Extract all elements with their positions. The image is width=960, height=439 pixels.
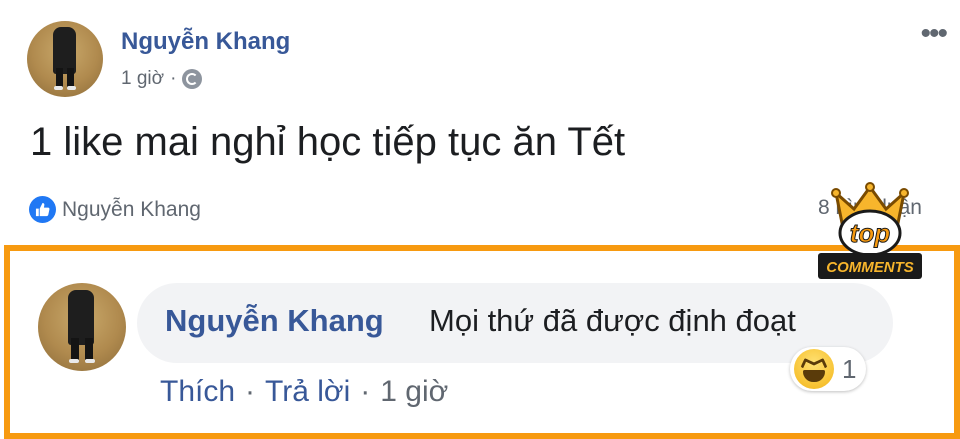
- badge-comments-text: COMMENTS: [826, 259, 914, 276]
- post-meta: 1 giờ ·: [121, 68, 203, 90]
- comment-reactions[interactable]: 1: [790, 347, 867, 391]
- comment-time[interactable]: 1 giờ: [380, 375, 448, 409]
- top-comments-badge: top COMMENTS: [818, 182, 922, 279]
- globe-icon[interactable]: [182, 69, 203, 89]
- post-time[interactable]: 1 giờ: [121, 68, 164, 90]
- haha-icon: [794, 349, 834, 389]
- reply-button[interactable]: Trả lời: [265, 375, 350, 409]
- commenter-avatar[interactable]: [38, 283, 126, 371]
- like-icon: [29, 196, 56, 223]
- meta-separator: ·: [170, 68, 177, 89]
- post-author-name[interactable]: Nguyễn Khang: [121, 28, 290, 56]
- badge-top-text: top: [850, 218, 891, 248]
- likers-name[interactable]: Nguyễn Khang: [62, 198, 201, 222]
- comment-bubble: Nguyễn Khang Mọi thứ đã được định đoạt: [137, 283, 893, 363]
- action-separator: ·: [245, 375, 256, 408]
- more-options-icon[interactable]: •••: [920, 19, 947, 49]
- comment-author-name[interactable]: Nguyễn Khang: [165, 303, 384, 339]
- post-text: 1 like mai nghỉ học tiếp tục ăn Tết: [30, 120, 626, 164]
- likes-summary[interactable]: Nguyễn Khang: [29, 196, 201, 223]
- comment-text: Mọi thứ đã được định đoạt: [429, 303, 796, 338]
- like-comment-button[interactable]: Thích: [160, 375, 235, 409]
- comment-actions: Thích · Trả lời · 1 giờ: [160, 375, 448, 409]
- author-avatar[interactable]: [27, 21, 103, 97]
- action-separator: ·: [360, 375, 371, 408]
- reaction-count: 1: [842, 353, 857, 384]
